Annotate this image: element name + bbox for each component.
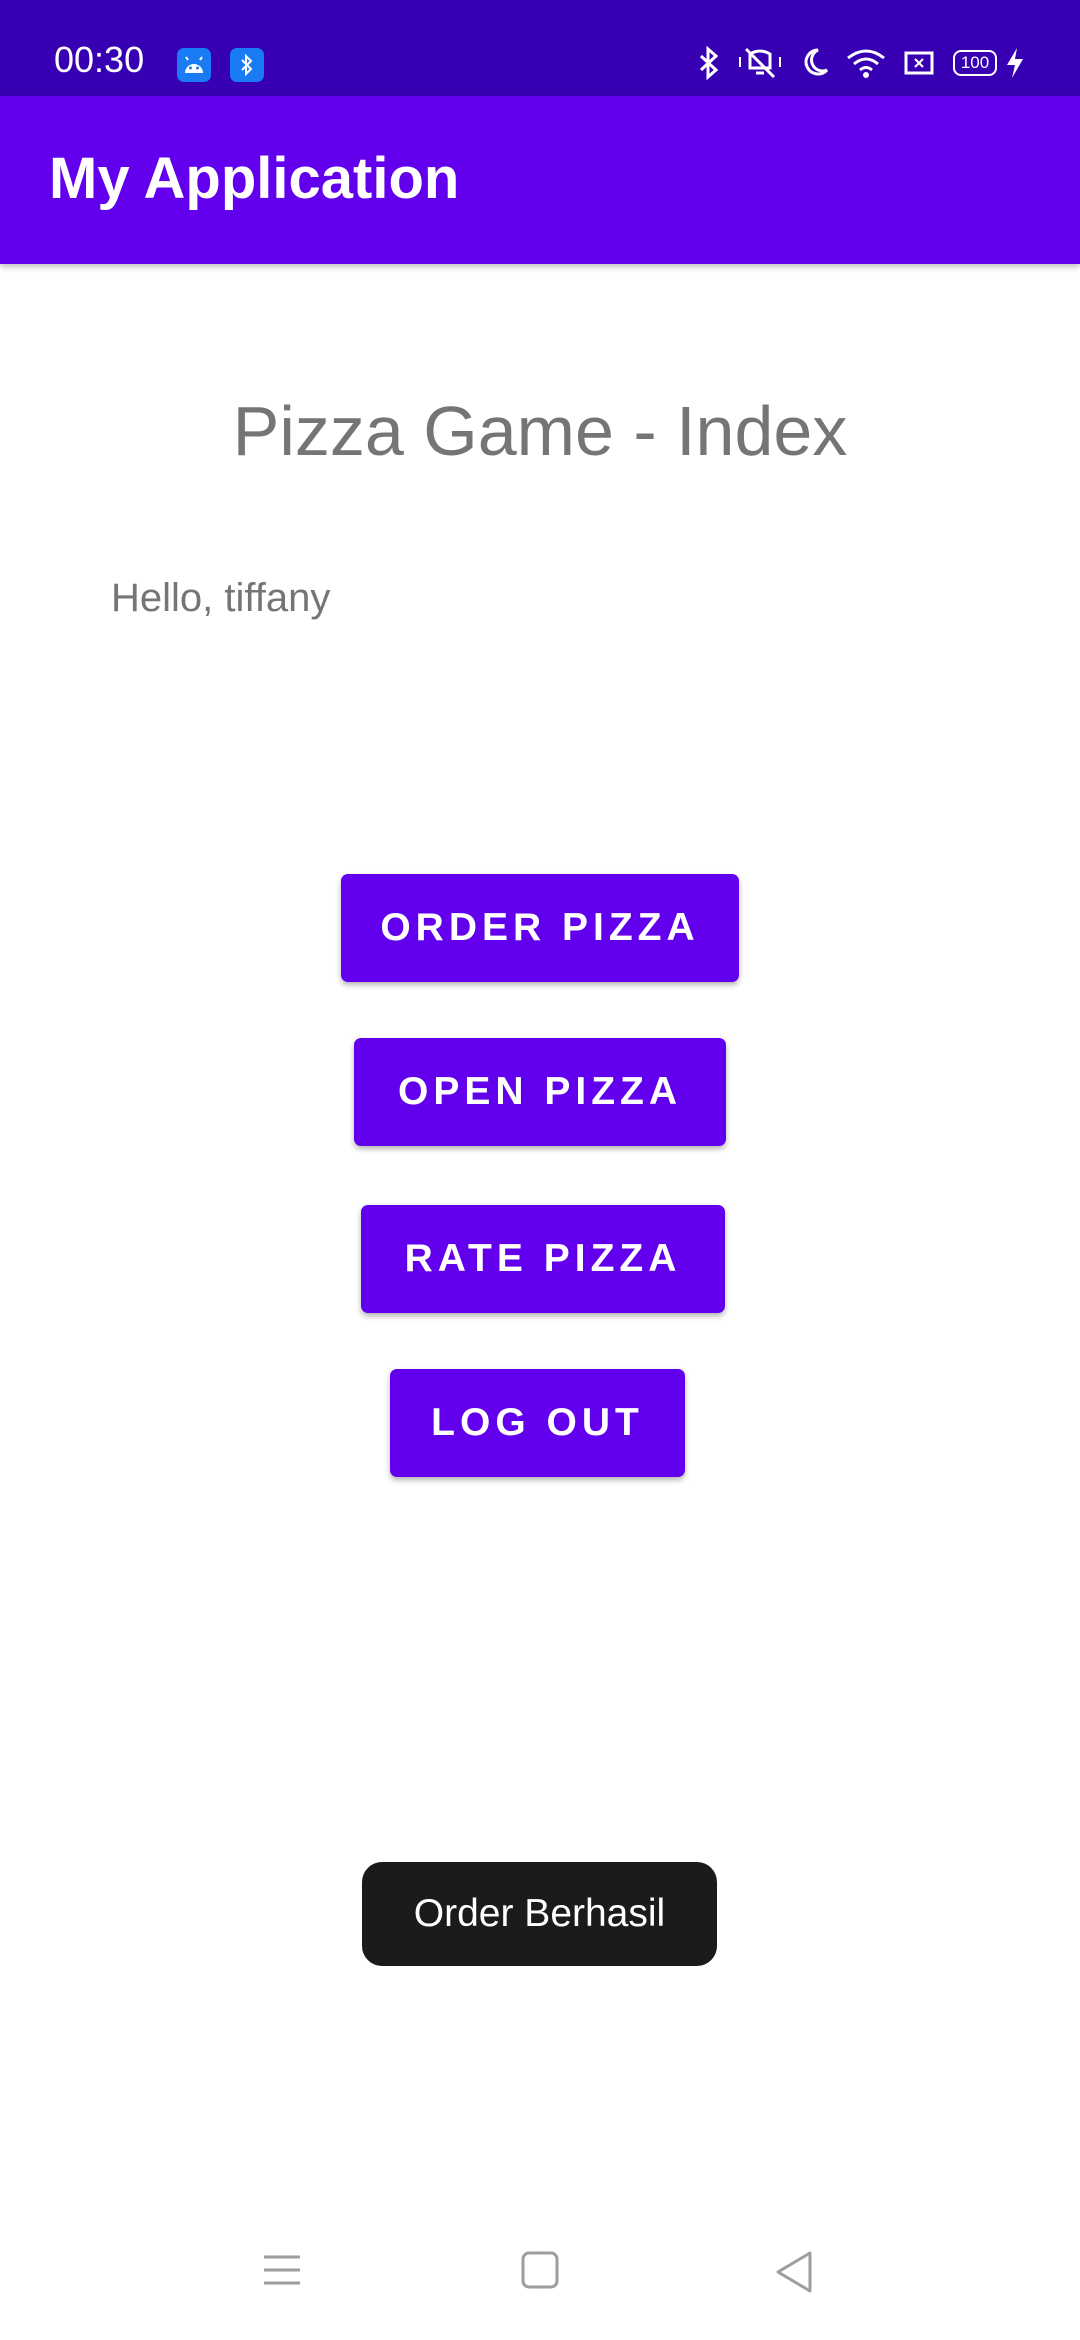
status-time: 00:30 <box>54 39 145 80</box>
moon-icon <box>800 46 830 85</box>
menu-icon[interactable] <box>262 2250 302 2295</box>
wifi-icon <box>845 46 887 85</box>
greeting-text: Hello, tiffany <box>111 576 331 620</box>
bluetooth-icon <box>696 45 722 85</box>
sim-icon <box>903 46 935 85</box>
order-pizza-button[interactable]: ORDER PIZZA <box>341 874 739 982</box>
rate-pizza-button[interactable]: RATE PIZZA <box>361 1205 725 1313</box>
charging-icon <box>1004 46 1026 85</box>
home-icon[interactable] <box>520 2250 560 2295</box>
android-icon <box>177 48 211 82</box>
open-pizza-button[interactable]: OPEN PIZZA <box>354 1038 726 1146</box>
toast-message: Order Berhasil <box>362 1862 717 1966</box>
logout-button[interactable]: LOG OUT <box>390 1369 685 1477</box>
back-icon[interactable] <box>774 2250 814 2299</box>
page-title: Pizza Game - Index <box>232 392 848 470</box>
app-bar: My Application <box>0 96 1080 264</box>
app-title: My Application <box>49 146 460 211</box>
bluetooth-settings-icon <box>230 48 264 82</box>
vibrate-off-icon <box>736 46 784 85</box>
status-bar: 00:30 100 <box>0 0 1080 96</box>
battery-icon: 100 <box>953 50 997 76</box>
toast-text: Order Berhasil <box>413 1892 666 1935</box>
